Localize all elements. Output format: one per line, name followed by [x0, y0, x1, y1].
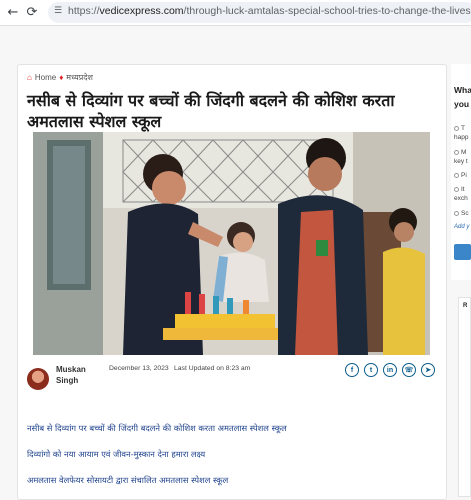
reload-icon[interactable]: ⟳ [23, 3, 41, 21]
poll-option[interactable]: It exch [454, 185, 468, 203]
poll-option[interactable]: Mkey t [454, 148, 468, 166]
breadcrumb-home[interactable]: Home [35, 73, 56, 82]
poll-option-label-cont: happ [454, 134, 469, 141]
last-updated: Last Updated on 8:23 am [174, 365, 251, 372]
author-last-name: Singh [56, 376, 79, 385]
poll-option-label: T [461, 125, 465, 132]
site-info-icon[interactable]: ☰ [54, 6, 62, 16]
radio-icon[interactable] [454, 186, 459, 192]
publish-date: December 13, 2023 [109, 365, 169, 372]
radio-icon[interactable] [454, 149, 459, 155]
url-prefix: https:// [68, 5, 100, 17]
sidebar-widget-label: R [463, 303, 468, 309]
whatsapp-icon[interactable]: ☏ [402, 363, 416, 377]
poll-option-label: Sc [461, 210, 469, 217]
breadcrumb-category[interactable]: मध्यप्रदेश [66, 72, 93, 83]
tag-icon: ♦ [59, 73, 64, 82]
sidebar-widget [458, 297, 471, 497]
add-option-link[interactable]: Add y [454, 224, 469, 230]
twitter-icon[interactable]: t [364, 363, 378, 377]
radio-icon[interactable] [454, 125, 459, 131]
poll-option[interactable]: Pi [454, 171, 467, 180]
poll-option-label: M [461, 149, 467, 156]
toc-link-2[interactable]: दिव्यांगो को नया आयाम एवं जीवन-मुस्कान द… [27, 449, 205, 460]
telegram-icon[interactable]: ➤ [421, 363, 435, 377]
browser-toolbar: ← ⟳ ☰ https://vedicexpress.com/through-l… [0, 0, 471, 26]
home-icon: ⌂ [27, 73, 32, 82]
author-avatar[interactable] [27, 368, 49, 390]
poll-option-label: Pi [461, 172, 467, 179]
poll-option-label-cont: exch [454, 195, 468, 202]
article-featured-image [33, 132, 430, 355]
radio-icon[interactable] [454, 210, 459, 216]
poll-option-label-cont: key t [454, 158, 468, 165]
author-first-name: Muskan [56, 365, 86, 374]
url-domain: vedicexpress.com [99, 5, 184, 17]
address-bar[interactable]: ☰ https://vedicexpress.com/through-luck-… [48, 2, 471, 23]
poll-option-label: It [461, 186, 465, 193]
facebook-icon[interactable]: f [345, 363, 359, 377]
radio-icon[interactable] [454, 172, 459, 178]
toc-link-1[interactable]: नसीब से दिव्यांग पर बच्चों की जिंदगी बदल… [27, 423, 287, 434]
toc-link-3[interactable]: अमलतास वेलफेयर सोसायटी द्वारा संचालित अम… [27, 475, 228, 486]
back-arrow-icon[interactable]: ← [4, 3, 22, 21]
url-text: https://vedicexpress.com/through-luck-am… [68, 5, 471, 17]
breadcrumb: ⌂ Home ♦ मध्यप्रदेश [27, 72, 93, 83]
author-name[interactable]: Muskan Singh [56, 364, 96, 386]
vote-button[interactable] [454, 244, 471, 260]
poll-option[interactable]: Thapp [454, 124, 468, 142]
poll-title-line-2: you [454, 99, 470, 109]
article-title: नसीब से दिव्यांग पर बच्चों की जिंदगी बदल… [27, 91, 395, 131]
linkedin-icon[interactable]: in [383, 363, 397, 377]
url-path: /through-luck-amtalas-special-school-tri… [183, 5, 471, 17]
poll-option[interactable]: Sc [454, 209, 469, 218]
poll-title: Wha you [454, 83, 471, 111]
poll-title-line-1: Wha [454, 85, 471, 95]
